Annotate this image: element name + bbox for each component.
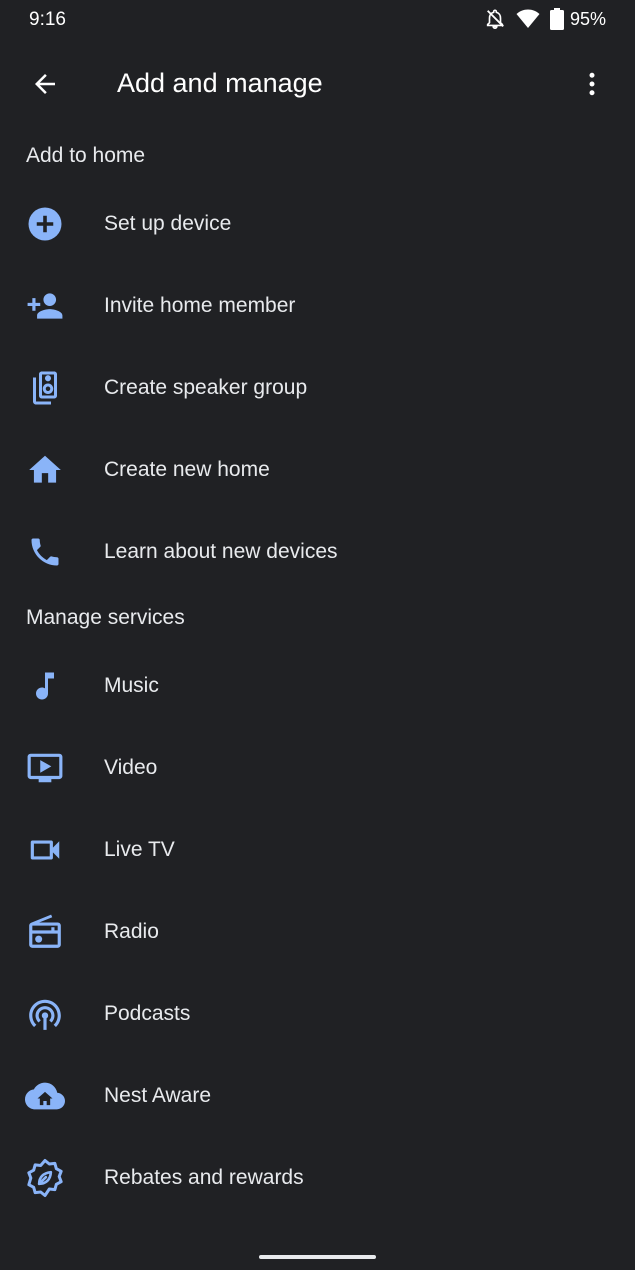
home-icon xyxy=(25,450,65,490)
list-item-podcasts[interactable]: Podcasts xyxy=(0,973,635,1055)
list-item-label: Invite home member xyxy=(104,294,296,317)
manage-services-list: Music Video Live TV Radio Podcasts Nest … xyxy=(0,645,635,1219)
list-item-create-new-home[interactable]: Create new home xyxy=(0,429,635,511)
section-header-manage-services: Manage services xyxy=(26,606,185,629)
more-vert-icon xyxy=(577,69,607,104)
list-item-label: Learn about new devices xyxy=(104,540,338,563)
battery-percentage: 95% xyxy=(569,8,606,29)
list-item-label: Rebates and rewards xyxy=(104,1166,304,1189)
list-item-label: Podcasts xyxy=(104,1002,191,1025)
more-options-button[interactable] xyxy=(567,61,617,111)
battery-icon xyxy=(549,8,564,30)
list-item-label: Set up device xyxy=(104,212,232,235)
section-header-add-to-home: Add to home xyxy=(26,144,146,167)
radio-icon xyxy=(25,912,65,952)
back-button[interactable] xyxy=(20,61,70,111)
list-item-label: Radio xyxy=(104,920,159,943)
videocam-icon xyxy=(25,830,65,870)
list-item-label: Live TV xyxy=(104,838,175,861)
list-item-live-tv[interactable]: Live TV xyxy=(0,809,635,891)
speaker-group-icon xyxy=(25,368,65,408)
list-item-label: Create new home xyxy=(104,458,270,481)
person-add-icon xyxy=(25,286,65,326)
cloud-home-icon xyxy=(25,1076,65,1116)
list-item-label: Music xyxy=(104,674,159,697)
list-item-learn-about-new-devices[interactable]: Learn about new devices xyxy=(0,511,635,593)
notifications-off-icon xyxy=(484,8,506,30)
phone-icon xyxy=(25,532,65,572)
music-note-icon xyxy=(25,666,65,706)
list-item-rebates-and-rewards[interactable]: Rebates and rewards xyxy=(0,1137,635,1219)
status-icons: 95% xyxy=(484,8,606,30)
list-item-video[interactable]: Video xyxy=(0,727,635,809)
list-item-radio[interactable]: Radio xyxy=(0,891,635,973)
add-circle-icon xyxy=(25,204,65,244)
video-icon xyxy=(25,748,65,788)
status-bar: 9:16 95% xyxy=(0,0,635,40)
list-item-nest-aware[interactable]: Nest Aware xyxy=(0,1055,635,1137)
gesture-nav-handle[interactable] xyxy=(259,1255,376,1259)
list-item-create-speaker-group[interactable]: Create speaker group xyxy=(0,347,635,429)
list-item-label: Nest Aware xyxy=(104,1084,211,1107)
list-item-label: Video xyxy=(104,756,158,779)
arrow-back-icon xyxy=(30,69,60,104)
rewards-badge-icon xyxy=(25,1158,65,1198)
list-item-music[interactable]: Music xyxy=(0,645,635,727)
podcasts-icon xyxy=(25,994,65,1034)
status-time: 9:16 xyxy=(29,9,66,30)
list-item-set-up-device[interactable]: Set up device xyxy=(0,183,635,265)
app-bar: Add and manage xyxy=(0,50,635,120)
list-item-invite-home-member[interactable]: Invite home member xyxy=(0,265,635,347)
add-to-home-list: Set up device Invite home member Create … xyxy=(0,183,635,593)
page-title: Add and manage xyxy=(117,68,323,98)
wifi-icon xyxy=(516,8,540,30)
list-item-label: Create speaker group xyxy=(104,376,308,399)
